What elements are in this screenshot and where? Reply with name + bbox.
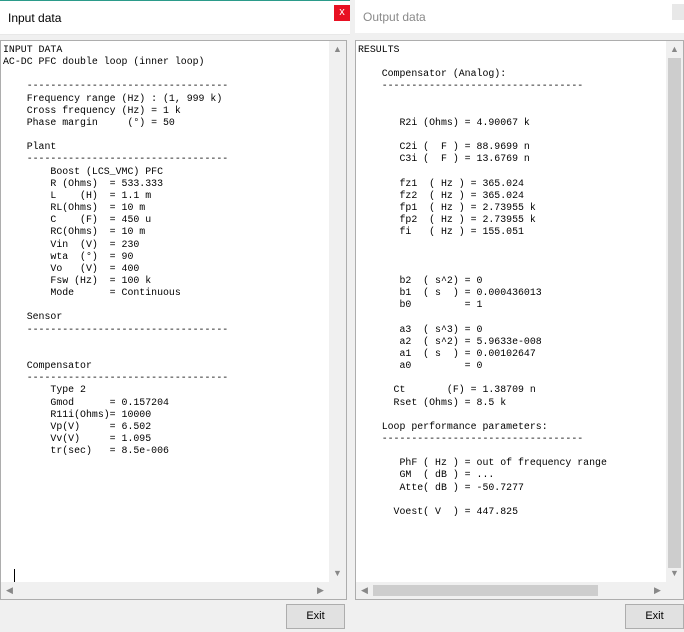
scroll-up-icon[interactable]: ▲ <box>329 41 346 58</box>
text-caret <box>14 569 15 582</box>
window-title: Output data <box>363 10 426 24</box>
vertical-scrollbar[interactable]: ▲ ▼ <box>666 41 683 582</box>
vertical-scrollbar[interactable]: ▲ ▼ <box>329 41 346 582</box>
scroll-down-icon[interactable]: ▼ <box>329 565 346 582</box>
close-button[interactable] <box>672 4 684 20</box>
scroll-left-icon[interactable]: ◀ <box>356 582 373 599</box>
horizontal-scrollbar[interactable]: ◀ ▶ <box>1 582 329 599</box>
output-data-titlebar[interactable]: Output data <box>355 0 684 33</box>
input-data-titlebar[interactable]: Input data x <box>0 0 350 35</box>
output-text-area[interactable]: RESULTS Compensator (Analog): ----------… <box>355 40 684 600</box>
input-data-window: Input data x INPUT DATA AC-DC PFC double… <box>0 0 350 632</box>
exit-button[interactable]: Exit <box>625 604 684 629</box>
horizontal-scroll-thumb[interactable] <box>373 585 598 596</box>
scrollbar-corner <box>666 582 683 599</box>
output-text-content: RESULTS Compensator (Analog): ----------… <box>358 44 607 517</box>
output-data-window: Output data RESULTS Compensator (Analog)… <box>355 0 684 632</box>
horizontal-scrollbar[interactable]: ◀ ▶ <box>356 582 666 599</box>
scrollbar-corner <box>329 582 346 599</box>
scroll-right-icon[interactable]: ▶ <box>649 582 666 599</box>
close-button[interactable]: x <box>334 5 350 21</box>
scroll-down-icon[interactable]: ▼ <box>666 565 683 582</box>
scroll-up-icon[interactable]: ▲ <box>666 41 683 58</box>
window-title: Input data <box>8 11 62 25</box>
scroll-right-icon[interactable]: ▶ <box>312 582 329 599</box>
input-text-area[interactable]: INPUT DATA AC-DC PFC double loop (inner … <box>0 40 347 600</box>
vertical-scroll-thumb[interactable] <box>668 58 681 568</box>
scroll-left-icon[interactable]: ◀ <box>1 582 18 599</box>
input-text-content: INPUT DATA AC-DC PFC double loop (inner … <box>3 44 229 457</box>
exit-button[interactable]: Exit <box>286 604 345 629</box>
